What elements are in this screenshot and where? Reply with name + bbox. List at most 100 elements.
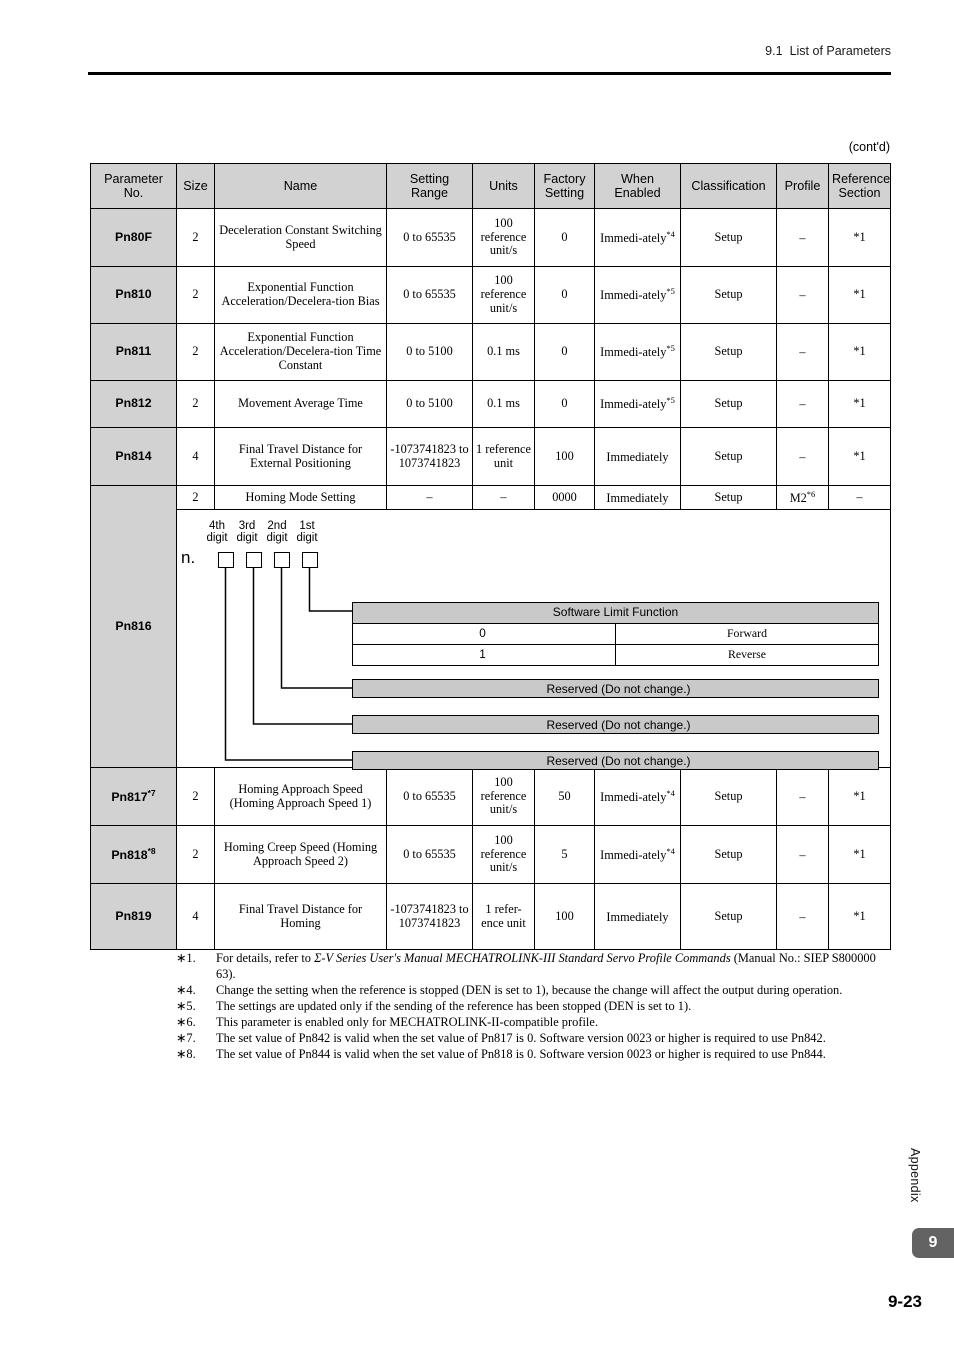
column-header-name: Name <box>214 163 387 209</box>
classification-cell: Setup <box>680 323 777 381</box>
header-section-title: List of Parameters <box>789 44 891 58</box>
header-section-number: 9.1 <box>765 44 783 58</box>
parameter-no-cell: Pn818*8 <box>90 825 177 884</box>
footnote-marker: ∗8. <box>176 1047 196 1061</box>
factory-setting-cell: 0000 <box>534 485 595 510</box>
classification-cell: Setup <box>680 767 777 826</box>
column-header-when-enabled: When Enabled <box>594 163 681 209</box>
size-cell: 4 <box>176 883 215 950</box>
size-cell: 2 <box>176 380 215 428</box>
profile-cell: – <box>776 767 829 826</box>
name-cell: Homing Mode Setting <box>214 485 387 510</box>
column-header-setting-range: Setting Range <box>386 163 473 209</box>
table-row: Pn818*8 2 Homing Creep Speed (Homing App… <box>90 825 891 884</box>
factory-setting-cell: 0 <box>534 323 595 381</box>
parameter-no-cell: Pn817*7 <box>90 767 177 826</box>
name-cell: Movement Average Time <box>214 380 387 428</box>
when-enabled-cell: Immediately <box>594 427 681 486</box>
profile-cell: – <box>776 380 829 428</box>
footnote-text: The set value of Pn842 is valid when the… <box>216 1031 826 1045</box>
footnote-item: ∗6. This parameter is enabled only for ME… <box>176 1014 891 1030</box>
units-cell: 100 reference unit/s <box>472 266 535 324</box>
classification-cell: Setup <box>680 485 777 510</box>
digit-box-3rd[interactable] <box>246 552 262 568</box>
classification-cell: Setup <box>680 380 777 428</box>
profile-cell: – <box>776 427 829 486</box>
option-description: Forward <box>615 623 879 645</box>
profile-cell: – <box>776 266 829 324</box>
digit-ordinal-labels: 4th digit 3rd digit 2nd digit 1st digit <box>202 520 322 545</box>
size-cell: 2 <box>176 208 215 267</box>
when-enabled-cell: Immediately <box>594 883 681 950</box>
footnote-item: ∗1. For details, refer to Σ-V Series User… <box>176 950 891 982</box>
table-row: Pn816 2 Homing Mode Setting – – 0000 Imm… <box>90 485 891 768</box>
header-rule <box>88 72 891 75</box>
reserved-box-4th-digit: Reserved (Do not change.) <box>352 751 879 770</box>
table-row: Pn819 4 Final Travel Distance for Homing… <box>90 883 891 950</box>
subtable-option-row: 0 Forward <box>352 623 879 645</box>
factory-setting-cell: 100 <box>534 427 595 486</box>
when-enabled-cell: Immedi-ately*5 <box>594 380 681 428</box>
digit-diagram: 4th digit 3rd digit 2nd digit 1st digit <box>180 512 887 770</box>
footnote-item: ∗5. The settings are updated only if the … <box>176 998 891 1014</box>
units-cell: 100 reference unit/s <box>472 825 535 884</box>
name-cell: Homing Creep Speed (Homing Approach Spee… <box>214 825 387 884</box>
option-value: 1 <box>352 644 616 666</box>
table-row: Pn811 2 Exponential Function Acceleratio… <box>90 323 891 381</box>
digit-label-1st: 1st digit <box>296 520 318 545</box>
digit-prefix-label: n. <box>181 548 196 567</box>
when-enabled-cell: Immedi-ately*5 <box>594 266 681 324</box>
setting-range-cell: -1073741823 to 1073741823 <box>386 883 473 950</box>
classification-cell: Setup <box>680 883 777 950</box>
chapter-tab: 9 <box>912 1228 954 1258</box>
footnote-text-before: For details, refer to <box>216 951 315 965</box>
appendix-side-label: Appendix <box>908 1148 922 1203</box>
digit-box-2nd[interactable] <box>274 552 290 568</box>
factory-setting-cell: 0 <box>534 380 595 428</box>
page-number: 9-23 <box>887 1292 922 1311</box>
parameter-no-cell: Pn816 <box>90 485 177 768</box>
digit-diagram-cell: 4th digit 3rd digit 2nd digit 1st digit <box>176 509 891 770</box>
subtable-header-row: Software Limit Function <box>352 602 879 624</box>
column-header-profile: Profile <box>776 163 829 209</box>
option-description: Reverse <box>615 644 879 666</box>
units-cell: 1 refer-ence unit <box>472 883 535 950</box>
footnote-marker: ∗4. <box>176 983 196 997</box>
digit-box-1st[interactable] <box>302 552 318 568</box>
footnote-text: The settings are updated only if the sen… <box>216 999 692 1013</box>
classification-cell: Setup <box>680 266 777 324</box>
table-header-row: Parameter No. Size Name Setting Range Un… <box>90 163 891 209</box>
name-cell: Deceleration Constant Switching Speed <box>214 208 387 267</box>
reference-section-cell: *1 <box>828 208 891 267</box>
footnote-text-italic: Σ-V Series User's Manual MECHATROLINK-II… <box>314 951 731 965</box>
setting-range-cell: 0 to 5100 <box>386 323 473 381</box>
reference-section-cell: *1 <box>828 883 891 950</box>
classification-cell: Setup <box>680 208 777 267</box>
classification-cell: Setup <box>680 427 777 486</box>
parameter-no-cell: Pn811 <box>90 323 177 381</box>
units-cell: 0.1 ms <box>472 323 535 381</box>
factory-setting-cell: 0 <box>534 208 595 267</box>
when-enabled-cell: Immediately <box>594 485 681 510</box>
name-cell: Homing Approach Speed (Homing Approach S… <box>214 767 387 826</box>
digit-box-4th[interactable] <box>218 552 234 568</box>
column-header-units: Units <box>472 163 535 209</box>
parameter-table-wrapper: Parameter No. Size Name Setting Range Un… <box>90 163 891 950</box>
parameter-no-cell: Pn80F <box>90 208 177 267</box>
parameter-no-cell: Pn819 <box>90 883 177 950</box>
software-limit-function-table: Software Limit Function 0 Forward 1 Reve… <box>352 602 879 666</box>
footnote-text: Change the setting when the reference is… <box>216 983 843 997</box>
footnotes-list: ∗1. For details, refer to Σ-V Series User… <box>176 950 891 1062</box>
footnote-item: ∗7. The set value of Pn842 is valid when … <box>176 1030 891 1046</box>
profile-cell: – <box>776 323 829 381</box>
factory-setting-cell: 5 <box>534 825 595 884</box>
setting-range-cell: 0 to 65535 <box>386 266 473 324</box>
profile-cell: – <box>776 825 829 884</box>
profile-cell: – <box>776 208 829 267</box>
setting-range-cell: 0 to 65535 <box>386 208 473 267</box>
reference-section-cell: – <box>828 485 891 510</box>
column-header-classification: Classification <box>680 163 777 209</box>
reference-section-cell: *1 <box>828 323 891 381</box>
option-value: 0 <box>352 623 616 645</box>
software-limit-function-title: Software Limit Function <box>352 602 879 624</box>
